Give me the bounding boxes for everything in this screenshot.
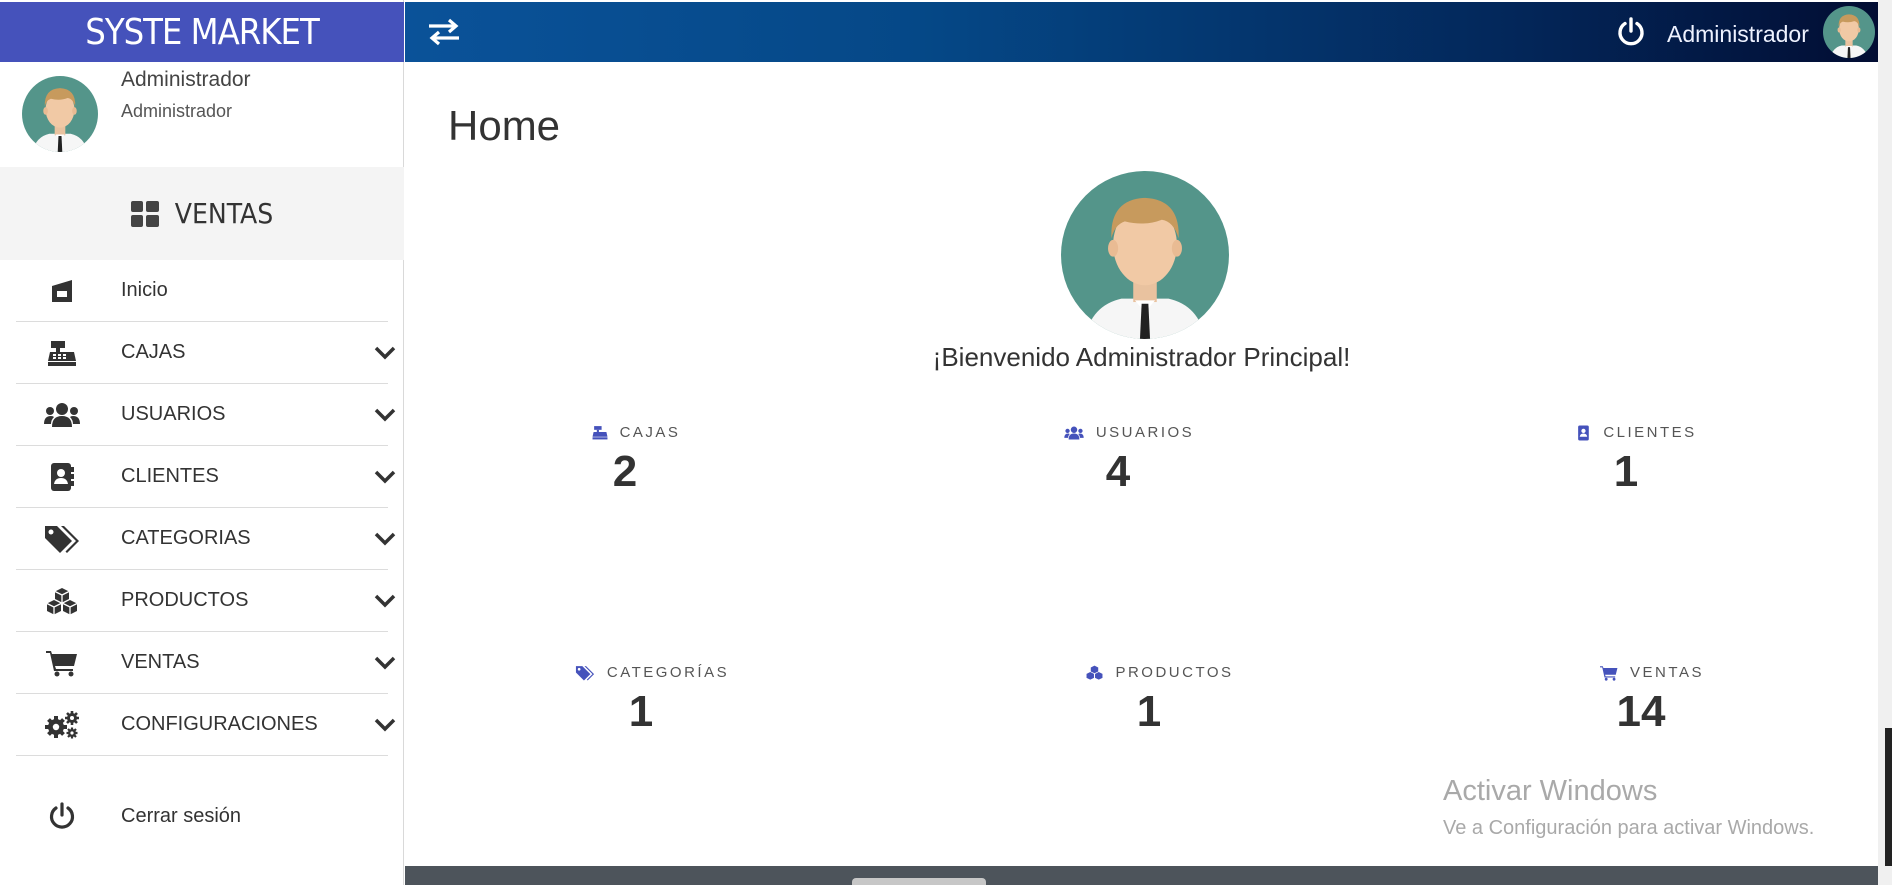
sidebar-item-label: CONFIGURACIONES xyxy=(121,713,318,735)
sidebar-item-label: Inicio xyxy=(121,279,168,301)
sidebar-menu: Inicio CAJAS USUARIOS CLIENTES CATEGORIA… xyxy=(16,260,396,756)
profile-name: Administrador xyxy=(121,68,251,91)
address-book-icon xyxy=(40,461,84,493)
main-content: Home ¡Bienvenido Administrador Principal… xyxy=(405,62,1878,865)
logout-label: Cerrar sesión xyxy=(121,804,242,827)
tags-icon xyxy=(575,665,594,680)
bottom-bar xyxy=(405,866,1878,885)
stat-label: CATEGORÍAS xyxy=(606,664,730,681)
chevron-down-icon[interactable] xyxy=(372,712,398,738)
stat-usuarios: USUARIOS 4 xyxy=(1009,424,1249,497)
windows-activation-subtitle: Ve a Configuración para activar Windows. xyxy=(1443,817,1815,839)
sidebar-section-header: VENTAS xyxy=(0,167,404,260)
stat-label: CLIENTES xyxy=(1603,424,1697,441)
chevron-down-icon[interactable] xyxy=(372,650,398,676)
chevron-down-icon[interactable] xyxy=(372,340,398,366)
sidebar-toggle-icon[interactable] xyxy=(427,17,461,47)
chevron-down-icon[interactable] xyxy=(372,402,398,428)
sidebar-item-ventas[interactable]: VENTAS xyxy=(16,632,396,694)
sidebar-section-label: VENTAS xyxy=(174,197,274,230)
stat-cajas: CAJAS 2 xyxy=(516,424,756,497)
grid-icon xyxy=(130,200,159,227)
stat-value: 2 xyxy=(612,447,638,496)
power-icon[interactable] xyxy=(1615,16,1647,48)
page-title: Home xyxy=(448,102,561,149)
stat-clientes: CLIENTES 1 xyxy=(1517,424,1757,497)
brand-logo[interactable]: SYSTE MARKET xyxy=(0,2,404,62)
logout-button[interactable]: Cerrar sesión xyxy=(16,786,388,846)
gears-icon xyxy=(40,709,84,741)
stat-categorias: CATEGORÍAS 1 xyxy=(532,664,772,737)
vertical-scrollbar-thumb[interactable] xyxy=(1885,728,1892,866)
sidebar-item-usuarios[interactable]: USUARIOS xyxy=(16,384,396,446)
stat-label: PRODUCTOS xyxy=(1115,664,1234,681)
sidebar-item-clientes[interactable]: CLIENTES xyxy=(16,446,396,508)
sidebar-item-label: CLIENTES xyxy=(121,465,219,487)
stat-value: 1 xyxy=(628,687,654,736)
home-icon xyxy=(40,275,84,307)
avatar[interactable] xyxy=(1823,6,1875,58)
users-icon xyxy=(40,399,84,431)
users-icon xyxy=(1064,426,1084,439)
sidebar: SYSTE MARKET Administrador Administrador… xyxy=(0,0,404,885)
sidebar-item-productos[interactable]: PRODUCTOS xyxy=(16,570,396,632)
chevron-down-icon[interactable] xyxy=(372,464,398,490)
cash-register-icon xyxy=(40,337,84,369)
sidebar-item-label: CAJAS xyxy=(121,341,186,363)
stat-value: 1 xyxy=(1136,687,1162,736)
chevron-down-icon[interactable] xyxy=(372,588,398,614)
cubes-icon xyxy=(1086,665,1103,680)
cart-icon xyxy=(40,647,84,679)
sidebar-item-label: PRODUCTOS xyxy=(121,589,249,611)
cash-register-icon xyxy=(592,426,608,440)
profile-role: Administrador xyxy=(121,101,233,121)
avatar xyxy=(1061,171,1229,339)
cart-icon xyxy=(1600,665,1618,681)
avatar xyxy=(22,76,98,152)
stat-label: USUARIOS xyxy=(1095,424,1195,441)
bottom-scroll-handle[interactable] xyxy=(852,878,986,885)
stat-value: 14 xyxy=(1616,687,1666,736)
chevron-down-icon[interactable] xyxy=(372,526,398,552)
sidebar-item-inicio[interactable]: Inicio xyxy=(16,260,388,322)
stat-ventas: VENTAS 14 xyxy=(1532,664,1772,737)
address-book-icon xyxy=(1578,425,1590,440)
power-icon xyxy=(40,801,84,831)
sidebar-item-label: CATEGORIAS xyxy=(121,527,251,549)
windows-activation-title: Activar Windows xyxy=(1443,775,1658,807)
welcome-message: ¡Bienvenido Administrador Principal! xyxy=(932,342,1351,372)
stat-label: CAJAS xyxy=(619,424,681,441)
stat-label: VENTAS xyxy=(1630,664,1704,681)
top-navbar: Administrador xyxy=(405,2,1878,62)
topbar-user-name[interactable]: Administrador xyxy=(1667,21,1809,48)
sidebar-item-cajas[interactable]: CAJAS xyxy=(16,322,396,384)
stat-productos: PRODUCTOS 1 xyxy=(1040,664,1280,737)
sidebar-item-label: VENTAS xyxy=(121,651,200,673)
tags-icon xyxy=(40,523,84,555)
cubes-icon xyxy=(40,585,84,617)
stat-value: 1 xyxy=(1613,447,1639,496)
sidebar-item-label: USUARIOS xyxy=(121,403,226,425)
user-profile: Administrador Administrador xyxy=(0,62,404,166)
stat-value: 4 xyxy=(1105,447,1131,496)
sidebar-item-categorias[interactable]: CATEGORIAS xyxy=(16,508,396,570)
sidebar-item-configuraciones[interactable]: CONFIGURACIONES xyxy=(16,694,396,756)
